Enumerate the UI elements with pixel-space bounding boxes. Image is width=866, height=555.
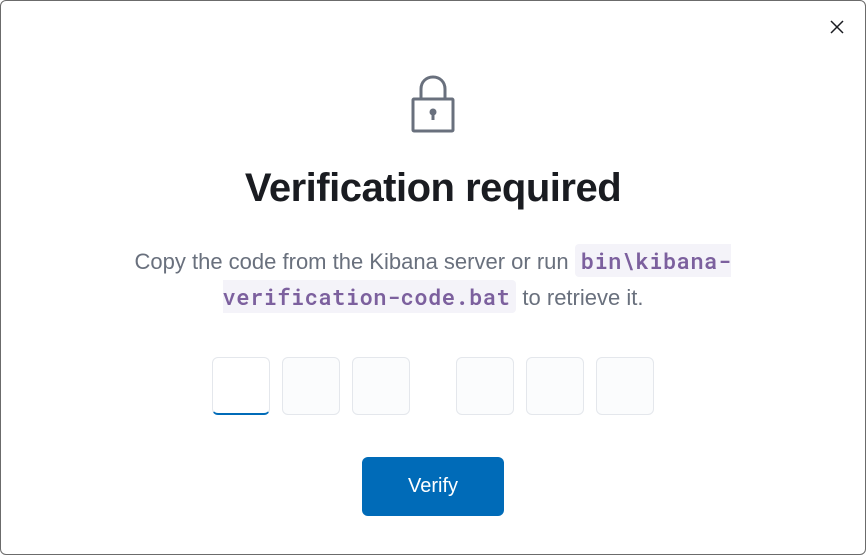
modal-title: Verification required <box>245 166 621 211</box>
lock-icon <box>409 75 457 138</box>
verify-button[interactable]: Verify <box>362 457 504 516</box>
code-input-6[interactable] <box>596 357 654 415</box>
code-input-4[interactable] <box>456 357 514 415</box>
code-input-3[interactable] <box>352 357 410 415</box>
modal-description: Copy the code from the Kibana server or … <box>83 243 783 315</box>
verification-modal: Verification required Copy the code from… <box>0 0 866 555</box>
code-input-group <box>212 357 654 415</box>
description-prefix: Copy the code from the Kibana server or … <box>135 249 575 274</box>
code-input-2[interactable] <box>282 357 340 415</box>
close-button[interactable] <box>825 17 849 41</box>
description-suffix: to retrieve it. <box>516 285 643 310</box>
code-input-1[interactable] <box>212 357 270 415</box>
close-icon <box>829 19 845 40</box>
code-input-5[interactable] <box>526 357 584 415</box>
